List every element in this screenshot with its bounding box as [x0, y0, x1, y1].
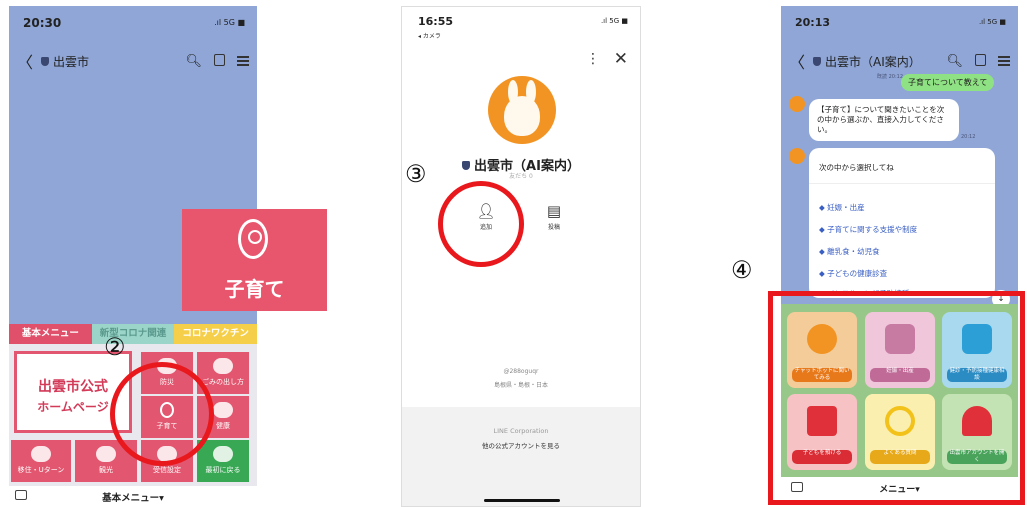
bot-avatar [789, 148, 805, 164]
option-pregnancy[interactable]: ◆ 妊娠・出産 [819, 202, 865, 213]
rich-menu-tabs: 基本メニュー 新型コロナ関連 コロナワクチン [9, 324, 257, 344]
screenshot-root: 20:30 .ıl 5G ■ 〈 出雲市 🔍︎ 基本メニュー 新型コロナ関連 コ… [0, 0, 1027, 507]
status-time: 16:55 [418, 15, 454, 28]
corp-name: LINE Corporation [493, 427, 549, 435]
highlight-ring-add [438, 181, 524, 267]
more-options-icon[interactable]: ⋮ [586, 51, 600, 67]
signal-indicator: .ıl 5G ■ [978, 18, 1006, 26]
back-button[interactable]: 〈 [789, 49, 805, 73]
posts-label: 投稿 [547, 224, 560, 231]
menu-icon[interactable] [237, 54, 249, 69]
tile-label: 移住・Uターン [17, 466, 65, 474]
signal-indicator: .ıl 5G ■ [214, 18, 245, 27]
callout-label: 子育て [224, 277, 285, 301]
baby-icon [238, 219, 268, 259]
step-marker-3: ③ [405, 160, 427, 188]
options-card: 次の中から選択してね ◆ 妊娠・出産 ◆ 子育てに関する支援や制度 ◆ 離乳食・… [809, 148, 995, 298]
tile-label: 健康 [216, 422, 230, 430]
step-marker-4: ④ [731, 256, 753, 284]
menu-toggle[interactable]: 基本メニュー▾ [9, 490, 257, 504]
bot-message: 【子育て】について聞きたいことを次の中から選ぶか、直接入力してください。 [809, 99, 959, 141]
official-shield-icon [462, 161, 471, 170]
account-id: @288oguqr [503, 368, 539, 375]
user-message: 子育てについて教えて [901, 74, 995, 91]
notes-icon[interactable] [975, 53, 986, 66]
posts-icon: ▤ [546, 202, 562, 220]
tile-label: 観光 [99, 466, 113, 474]
tab-vaccine[interactable]: コロナワクチン [174, 324, 257, 344]
other-accounts-link[interactable]: 他の公式アカウントを見る [402, 440, 640, 450]
arrow-left-icon [213, 446, 233, 462]
close-icon[interactable]: ✕ [614, 49, 628, 69]
tile-label: 受信設定 [153, 466, 181, 474]
chat-header: 〈 出雲市（AI案内） 🔍︎ [789, 49, 1010, 73]
tab-basic-menu[interactable]: 基本メニュー [9, 324, 92, 344]
signal-indicator: .ıl 5G ■ [600, 17, 628, 25]
avatar [488, 76, 556, 144]
highlight-ring-childcare [110, 362, 214, 466]
tile-back-to-start[interactable]: 最初に戻る [197, 440, 249, 482]
status-time: 20:13 [795, 16, 831, 29]
bot-message-time: 20:12 [961, 134, 976, 140]
back-button[interactable]: 〈 [17, 49, 33, 73]
garbage-icon [213, 358, 233, 374]
header-tools: 🔍︎ [946, 53, 1010, 69]
search-icon[interactable]: 🔍︎ [185, 54, 202, 69]
official-shield-icon [813, 56, 822, 66]
menu-icon[interactable] [998, 54, 1010, 69]
option-checkup[interactable]: ◆ 子どもの健康診査 [819, 268, 887, 279]
posts-button[interactable]: ▤ 投稿 [534, 202, 574, 231]
card-header: 次の中から選択してね [809, 148, 995, 184]
highlight-rect-rich-menu [768, 291, 1025, 505]
health-icon [213, 402, 233, 418]
tile-relocation[interactable]: 移住・Uターン [11, 440, 71, 482]
tile-label: 最初に戻る [205, 466, 241, 474]
homepage-label-1: 出雲市公式 [38, 379, 108, 395]
chat-title: 出雲市 [53, 54, 90, 69]
tile-label: ごみの出し方 [202, 378, 244, 386]
status-time: 20:30 [23, 16, 62, 30]
phone-2-screen: 16:55 ◂ カメラ .ıl 5G ■ ⋮ ✕ 出雲市（AI案内） 友だち 0… [401, 6, 641, 507]
status-camera: ◂ カメラ [418, 33, 441, 40]
profile-footer [402, 407, 640, 506]
friend-count: 友だち 0 [509, 173, 533, 180]
home-indicator [484, 499, 560, 502]
option-baby-food[interactable]: ◆ 離乳食・幼児食 [819, 246, 880, 257]
childcare-callout: 子育て [182, 209, 327, 311]
house-icon [31, 446, 51, 462]
header-tools: 🔍︎ [185, 53, 249, 69]
chat-title: 出雲市（AI案内） [825, 54, 921, 69]
step-marker-2: ② [104, 333, 126, 361]
bottom-bar: 基本メニュー▾ [9, 486, 257, 507]
option-support[interactable]: ◆ 子育てに関する支援や制度 [819, 224, 917, 235]
account-address: 島根県・島根・日本 [493, 382, 548, 389]
bot-avatar [789, 96, 805, 112]
official-shield-icon [41, 56, 50, 66]
chat-header: 〈 出雲市 🔍︎ [17, 49, 249, 73]
search-icon[interactable]: 🔍︎ [946, 54, 963, 69]
shrine-icon [96, 446, 116, 462]
notes-icon[interactable] [214, 53, 225, 66]
read-receipt: 既読 20:12 [877, 74, 903, 80]
